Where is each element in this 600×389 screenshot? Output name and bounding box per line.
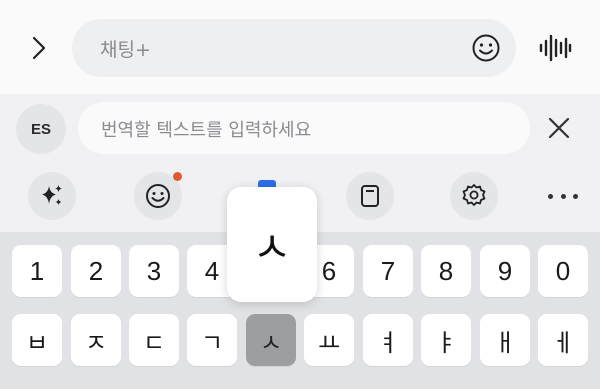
translation-placeholder: 번역할 텍스트를 입력하세요 — [101, 120, 312, 141]
key-3[interactable]: 3 — [129, 245, 179, 297]
key-ya[interactable]: ㅑ — [421, 314, 471, 366]
chat-placeholder: 채팅+ — [100, 39, 151, 61]
key-7[interactable]: 7 — [363, 245, 413, 297]
ai-sparkle-icon[interactable] — [28, 172, 76, 220]
smiley-icon[interactable] — [470, 32, 502, 64]
key-ae[interactable]: ㅐ — [480, 314, 530, 366]
settings-gear-icon[interactable] — [450, 172, 498, 220]
translation-input[interactable]: 번역할 텍스트를 입력하세요 — [78, 102, 530, 154]
clipboard-icon[interactable] — [346, 172, 394, 220]
language-selector[interactable]: ES — [16, 104, 66, 154]
key-jieut[interactable]: ㅈ — [71, 314, 121, 366]
key-preview-popup: ㅅ — [227, 187, 317, 302]
more-icon[interactable] — [548, 184, 578, 208]
key-9[interactable]: 9 — [480, 245, 530, 297]
key-1[interactable]: 1 — [12, 245, 62, 297]
chat-bar: 채팅+ — [0, 0, 600, 94]
key-yo[interactable]: ㅛ — [304, 314, 354, 366]
chat-input[interactable]: 채팅+ — [72, 19, 516, 77]
notification-dot — [173, 172, 182, 181]
key-0[interactable]: 0 — [538, 245, 588, 297]
key-digeut[interactable]: ㄷ — [129, 314, 179, 366]
translation-bar: ES 번역할 텍스트를 입력하세요 — [0, 94, 600, 162]
close-icon[interactable] — [546, 115, 572, 141]
key-giyeok[interactable]: ㄱ — [187, 314, 237, 366]
key-e[interactable]: ㅔ — [538, 314, 588, 366]
chevron-right-icon[interactable] — [24, 32, 54, 64]
voice-waveform-icon[interactable] — [538, 31, 572, 65]
key-siot[interactable]: ㅅ — [246, 314, 296, 366]
key-8[interactable]: 8 — [421, 245, 471, 297]
key-2[interactable]: 2 — [71, 245, 121, 297]
key-yeo[interactable]: ㅕ — [363, 314, 413, 366]
key-bieup[interactable]: ㅂ — [12, 314, 62, 366]
